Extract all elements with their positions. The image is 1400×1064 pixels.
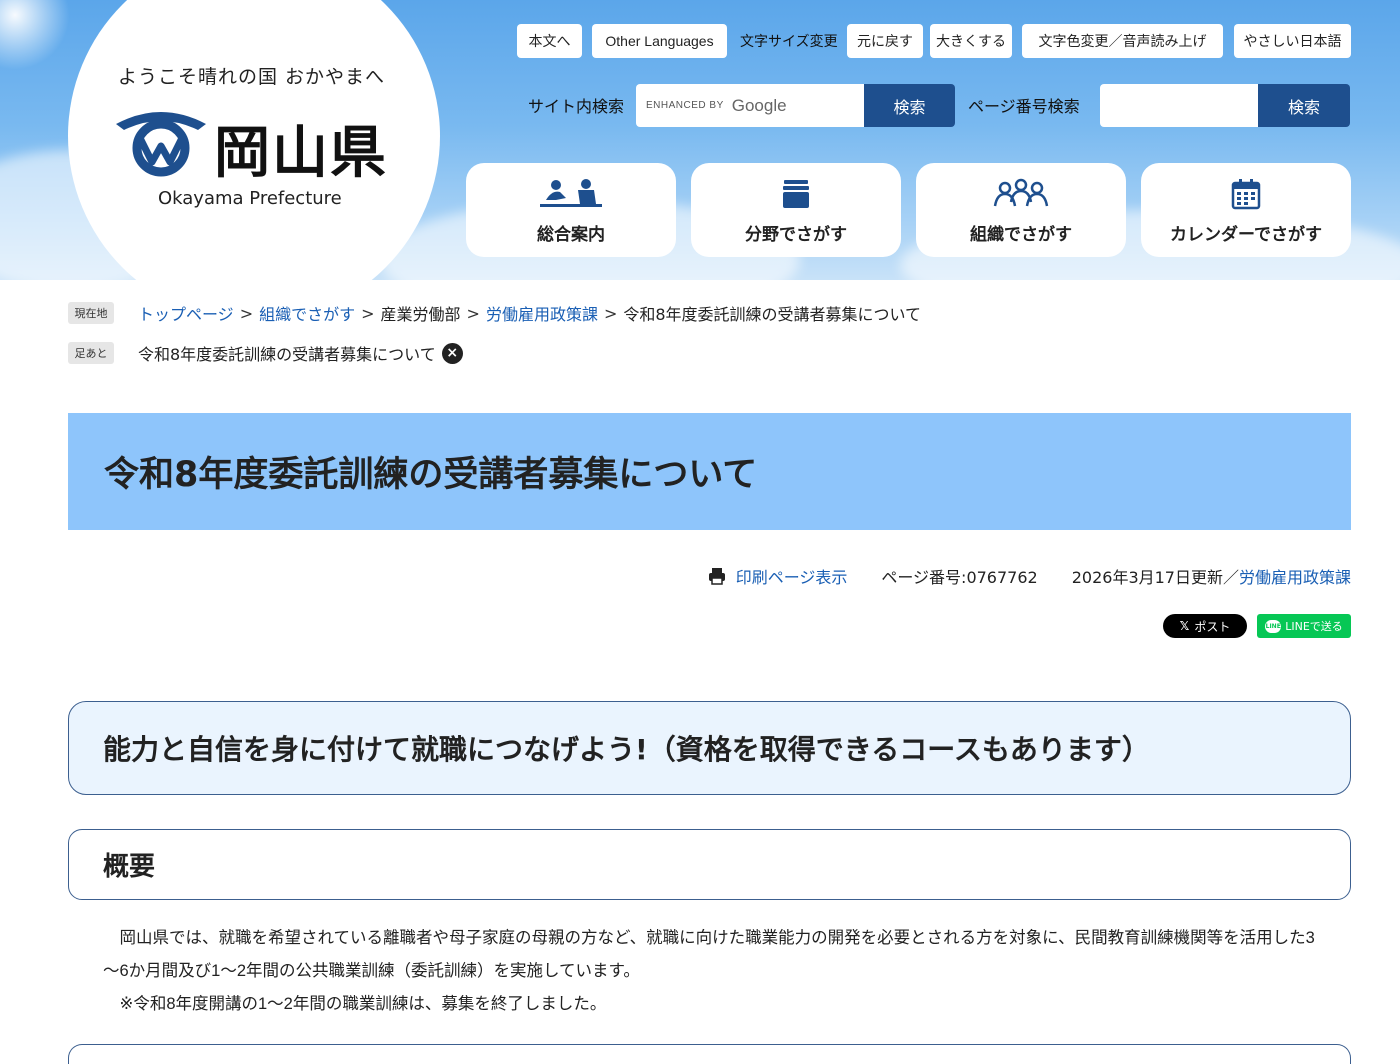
- overview-note: ※令和8年度開講の1～2年間の職業訓練は、募集を終了しました。: [119, 995, 607, 1013]
- close-icon[interactable]: ×: [441, 342, 463, 364]
- logo-name-english: Okayama Prefecture: [158, 188, 342, 209]
- home-logo-link[interactable]: ようこそ晴れの国 おかやまへ 岡山県 Okayama Prefecture: [68, 0, 440, 280]
- group-people-icon: [986, 176, 1056, 212]
- font-size-label: 文字サイズ変更: [740, 33, 838, 49]
- page-title-banner: 令和8年度委託訓練の受講者募集について: [68, 413, 1351, 530]
- breadcrumb-department: 産業労働部: [380, 305, 461, 324]
- updated-date: 2026年3月17日更新／: [1071, 568, 1239, 587]
- nav-label: カレンダーでさがす: [1170, 224, 1322, 245]
- share-x-button[interactable]: 𝕏 ポスト: [1163, 614, 1247, 638]
- page-title: 令和8年度委託訓練の受講者募集について: [104, 455, 758, 495]
- share-line-label: LINEで送る: [1285, 620, 1343, 633]
- nav-label: 総合案内: [537, 224, 605, 245]
- content-heading-box: 能力と自信を身に付けて就職につなげよう!（資格を取得できるコースもあります）: [68, 701, 1351, 795]
- page-number: ページ番号:0767762: [881, 568, 1038, 587]
- share-x-label: ポスト: [1194, 619, 1231, 634]
- font-reset-button[interactable]: 元に戻す: [847, 24, 923, 58]
- history-item-link[interactable]: 令和8年度委託訓練の受講者募集について: [138, 341, 436, 365]
- stack-books-icon: [761, 176, 831, 212]
- color-voice-button[interactable]: 文字色変更／音声読み上げ: [1022, 24, 1223, 58]
- breadcrumb-link-top[interactable]: トップページ: [138, 301, 234, 325]
- line-logo-icon: LINE: [1265, 619, 1282, 633]
- overview-paragraph: 岡山県では、就職を希望されている離職者や母子家庭の母親の方など、就職に向けた職業…: [103, 929, 1315, 980]
- breadcrumb-link-organization[interactable]: 組織でさがす: [259, 301, 355, 325]
- department-link[interactable]: 労働雇用政策課: [1239, 564, 1351, 588]
- site-search-box: ENHANCED BY Google: [636, 84, 864, 127]
- nav-search-by-field[interactable]: 分野でさがす: [691, 163, 901, 257]
- easy-japanese-button[interactable]: やさしい日本語: [1234, 24, 1351, 58]
- printer-icon: [708, 568, 725, 585]
- next-section-box: [68, 1044, 1351, 1064]
- nav-general-guide[interactable]: 総合案内: [466, 163, 676, 257]
- nav-label: 組織でさがす: [970, 224, 1072, 245]
- page-number-search-box: [1100, 84, 1258, 127]
- section-title: 概要: [103, 852, 156, 882]
- current-location-tag: 現在地: [68, 302, 114, 324]
- breadcrumb-separator: >: [603, 303, 618, 323]
- breadcrumb-link-division[interactable]: 労働雇用政策課: [486, 301, 598, 325]
- page-number-search-label: ページ番号検索: [968, 97, 1080, 116]
- people-desk-icon: [536, 176, 606, 212]
- site-search-input[interactable]: [646, 84, 864, 127]
- content-heading: 能力と自信を身に付けて就職につなげよう!（資格を取得できるコースもあります）: [103, 733, 1150, 766]
- prefecture-emblem-icon: [116, 112, 206, 177]
- other-languages-button[interactable]: Other Languages: [592, 24, 727, 58]
- share-buttons: 𝕏 ポスト LINE LINEで送る: [1163, 614, 1351, 638]
- nav-search-by-organization[interactable]: 組織でさがす: [916, 163, 1126, 257]
- share-line-button[interactable]: LINE LINEで送る: [1257, 614, 1351, 638]
- history-tag: 足あと: [68, 342, 114, 364]
- page-number-input[interactable]: [1110, 84, 1258, 127]
- history-trail: 足あと 令和8年度委託訓練の受講者募集について ×: [68, 340, 463, 366]
- breadcrumb: 現在地 トップページ > 組織でさがす > 産業労働部 > 労働雇用政策課 > …: [68, 300, 921, 326]
- sun-glow: [0, 0, 70, 70]
- site-header: ようこそ晴れの国 おかやまへ 岡山県 Okayama Prefecture 本文…: [0, 0, 1400, 280]
- nav-search-by-calendar[interactable]: カレンダーでさがす: [1141, 163, 1351, 257]
- overview-body: 岡山県では、就職を希望されている離職者や母子家庭の母親の方など、就職に向けた職業…: [103, 922, 1328, 1021]
- nav-label: 分野でさがす: [745, 224, 847, 245]
- breadcrumb-separator: >: [466, 303, 480, 323]
- site-search-button[interactable]: 検索: [864, 84, 955, 127]
- print-page-link[interactable]: 印刷ページ表示: [736, 564, 848, 588]
- logo-name: 岡山県: [214, 121, 388, 186]
- breadcrumb-current-page: 令和8年度委託訓練の受講者募集について: [623, 305, 922, 324]
- x-logo-icon: 𝕏: [1179, 619, 1190, 633]
- breadcrumb-separator: >: [361, 303, 375, 323]
- calendar-icon: [1211, 176, 1281, 212]
- logo-tagline: ようこそ晴れの国 おかやまへ: [118, 66, 386, 88]
- skip-to-content-button[interactable]: 本文へ: [517, 24, 582, 58]
- page-number-search-button[interactable]: 検索: [1258, 84, 1350, 127]
- font-larger-button[interactable]: 大きくする: [930, 24, 1012, 58]
- page-meta: 印刷ページ表示 ページ番号:0767762 2026年3月17日更新／ 労働雇用…: [708, 562, 1351, 590]
- breadcrumb-separator: >: [239, 303, 254, 323]
- site-search-label: サイト内検索: [528, 97, 625, 116]
- section-heading-box: 概要: [68, 829, 1351, 900]
